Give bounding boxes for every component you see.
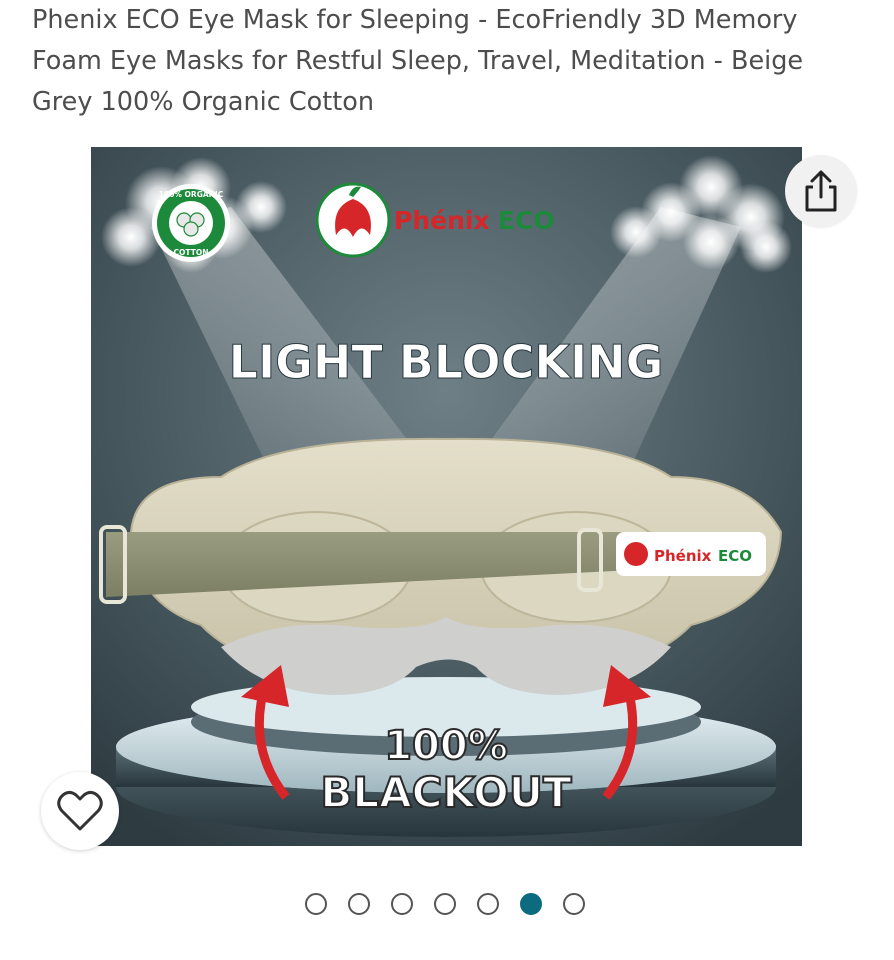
heart-icon [57,790,103,831]
product-image[interactable]: 100% ORGANIC COTTON Phénix ECO LIGHT BLO… [91,147,802,846]
strap-tag-right: ECO [718,547,752,565]
carousel-dot[interactable] [305,893,327,915]
share-button[interactable] [785,155,857,227]
badge-top-text: 100% ORGANIC [159,190,224,199]
strap-tag-left: Phénix [654,547,712,565]
carousel-dot[interactable] [348,893,370,915]
organic-cotton-badge: 100% ORGANIC COTTON [152,184,230,262]
carousel-dot[interactable] [520,893,542,915]
carousel-indicator [305,893,585,915]
carousel-dot[interactable] [477,893,499,915]
brand-name-right: ECO [498,206,555,235]
brand-name-left: Phénix [394,206,490,235]
callout-line1: 100% [384,723,508,769]
headline: LIGHT BLOCKING [229,335,664,389]
favorite-button[interactable] [41,772,119,850]
carousel-dot[interactable] [391,893,413,915]
product-title: Phenix ECO Eye Mask for Sleeping - EcoFr… [32,5,804,117]
share-icon [805,170,837,212]
badge-bottom-text: COTTON [174,248,209,257]
carousel-dot[interactable] [434,893,456,915]
carousel-dot[interactable] [563,893,585,915]
callout-line2: BLACKOUT [320,768,572,817]
product-image-graphic: 100% ORGANIC COTTON Phénix ECO LIGHT BLO… [91,147,802,846]
